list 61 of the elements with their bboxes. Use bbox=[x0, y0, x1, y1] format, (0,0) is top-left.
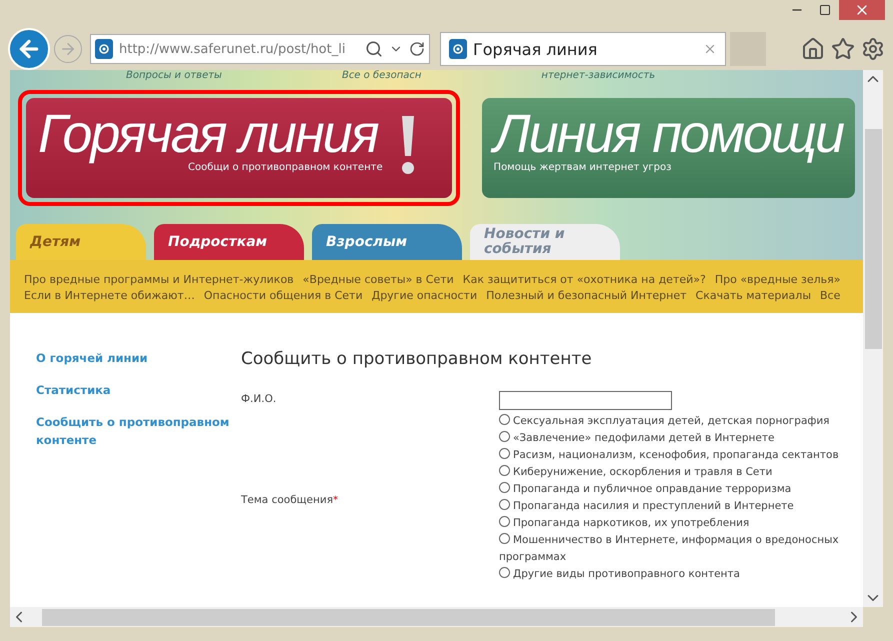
radio-button[interactable] bbox=[499, 482, 510, 493]
header-link[interactable]: Все о безопасн bbox=[342, 70, 422, 81]
horizontal-scrollbar[interactable] bbox=[10, 607, 863, 627]
radio-option[interactable]: «Завлечение» педофилами детей в Интернете bbox=[499, 430, 843, 447]
exclamation-icon bbox=[400, 116, 416, 176]
form-title: Сообщить о противоправном контенте bbox=[241, 349, 593, 369]
site-icon bbox=[449, 39, 467, 59]
close-icon[interactable] bbox=[703, 42, 717, 56]
browser-tab[interactable]: Горячая линия bbox=[440, 32, 726, 66]
nav-link[interactable]: Скачать материалы bbox=[696, 288, 812, 303]
sidebar-link[interactable]: О горячей линии bbox=[36, 349, 241, 367]
radio-option[interactable]: Расизм, национализм, ксенофобия, пропаганда сектантов bbox=[499, 447, 843, 464]
sidebar-link[interactable]: Сообщить о противоправном контенте bbox=[36, 413, 241, 449]
nav-link[interactable]: Если в Интернете обижают… bbox=[24, 288, 195, 303]
radio-option[interactable]: Киберунижение, оскорбления и травля в Сети bbox=[499, 464, 843, 481]
nav-link[interactable]: Про вредные программы и Интернет-жуликов bbox=[24, 272, 294, 287]
hotline-banner[interactable]: Горячая линия Сообщи о противоправном контенте bbox=[18, 90, 460, 206]
nav-link[interactable]: Про «вредные зелья» bbox=[714, 272, 841, 287]
header-link[interactable]: Вопросы и ответы bbox=[126, 70, 222, 81]
nav-link[interactable]: «Вредные советы» в Сети bbox=[302, 272, 454, 287]
nav-link[interactable]: Все bbox=[820, 288, 840, 303]
refresh-icon[interactable] bbox=[409, 41, 425, 57]
address-text: http://www.saferunet.ru/post/hot_li bbox=[119, 42, 346, 56]
radio-button[interactable] bbox=[499, 431, 510, 442]
header-link[interactable]: нтернет-зависимость bbox=[541, 70, 656, 81]
back-button[interactable] bbox=[8, 28, 50, 70]
forward-arrow-icon bbox=[59, 40, 77, 58]
radio-button[interactable] bbox=[499, 516, 510, 527]
field-label: Тема сообщения* bbox=[241, 493, 338, 508]
close-button[interactable] bbox=[839, 0, 885, 20]
radio-option[interactable]: Пропаганда насилия и преступлений в Интернете bbox=[499, 498, 843, 515]
radio-option[interactable]: Пропаганда наркотиков, их употребления bbox=[499, 515, 843, 532]
section-tab[interactable]: Новости и события bbox=[470, 224, 620, 260]
radio-option[interactable]: Сексуальная эксплуатация детей, детская порнография bbox=[499, 413, 843, 430]
home-button[interactable] bbox=[801, 37, 825, 61]
radio-button[interactable] bbox=[499, 533, 510, 544]
radio-button[interactable] bbox=[499, 448, 510, 459]
vertical-scrollbar[interactable] bbox=[863, 70, 883, 607]
nav-link[interactable]: Другие опасности bbox=[372, 288, 478, 303]
radio-option[interactable]: Мошенничество в Интернете, информация о вредоносных программах bbox=[499, 532, 843, 566]
address-bar[interactable]: http://www.saferunet.ru/post/hot_li bbox=[90, 34, 430, 64]
field-label: Ф.И.О. bbox=[241, 392, 278, 407]
settings-button[interactable] bbox=[861, 37, 885, 61]
section-tab[interactable]: Подросткам bbox=[154, 224, 304, 260]
radio-button[interactable] bbox=[499, 414, 510, 425]
sidebar-link[interactable]: Статистика bbox=[36, 381, 241, 399]
section-tab[interactable]: Взрослым bbox=[312, 224, 462, 260]
favorites-button[interactable] bbox=[831, 37, 855, 61]
search-icon[interactable] bbox=[365, 40, 383, 58]
radio-option[interactable]: Другие виды противоправного контента bbox=[499, 566, 843, 583]
section-tab[interactable]: Детям bbox=[16, 224, 146, 260]
radio-button[interactable] bbox=[499, 499, 510, 510]
nav-link[interactable]: Опасности общения в Сети bbox=[204, 288, 363, 303]
radio-button[interactable] bbox=[499, 567, 510, 578]
nav-link[interactable]: Полезный и безопасный Интернет bbox=[486, 288, 687, 303]
site-icon bbox=[95, 39, 113, 59]
name-input[interactable] bbox=[499, 391, 672, 410]
radio-button[interactable] bbox=[499, 465, 510, 476]
radio-option[interactable]: Пропаганда и публичное оправдание терроризма bbox=[499, 481, 843, 498]
maximize-icon bbox=[819, 4, 831, 16]
nav-link[interactable]: Как защититься от «охотника на детей»? bbox=[462, 272, 706, 287]
